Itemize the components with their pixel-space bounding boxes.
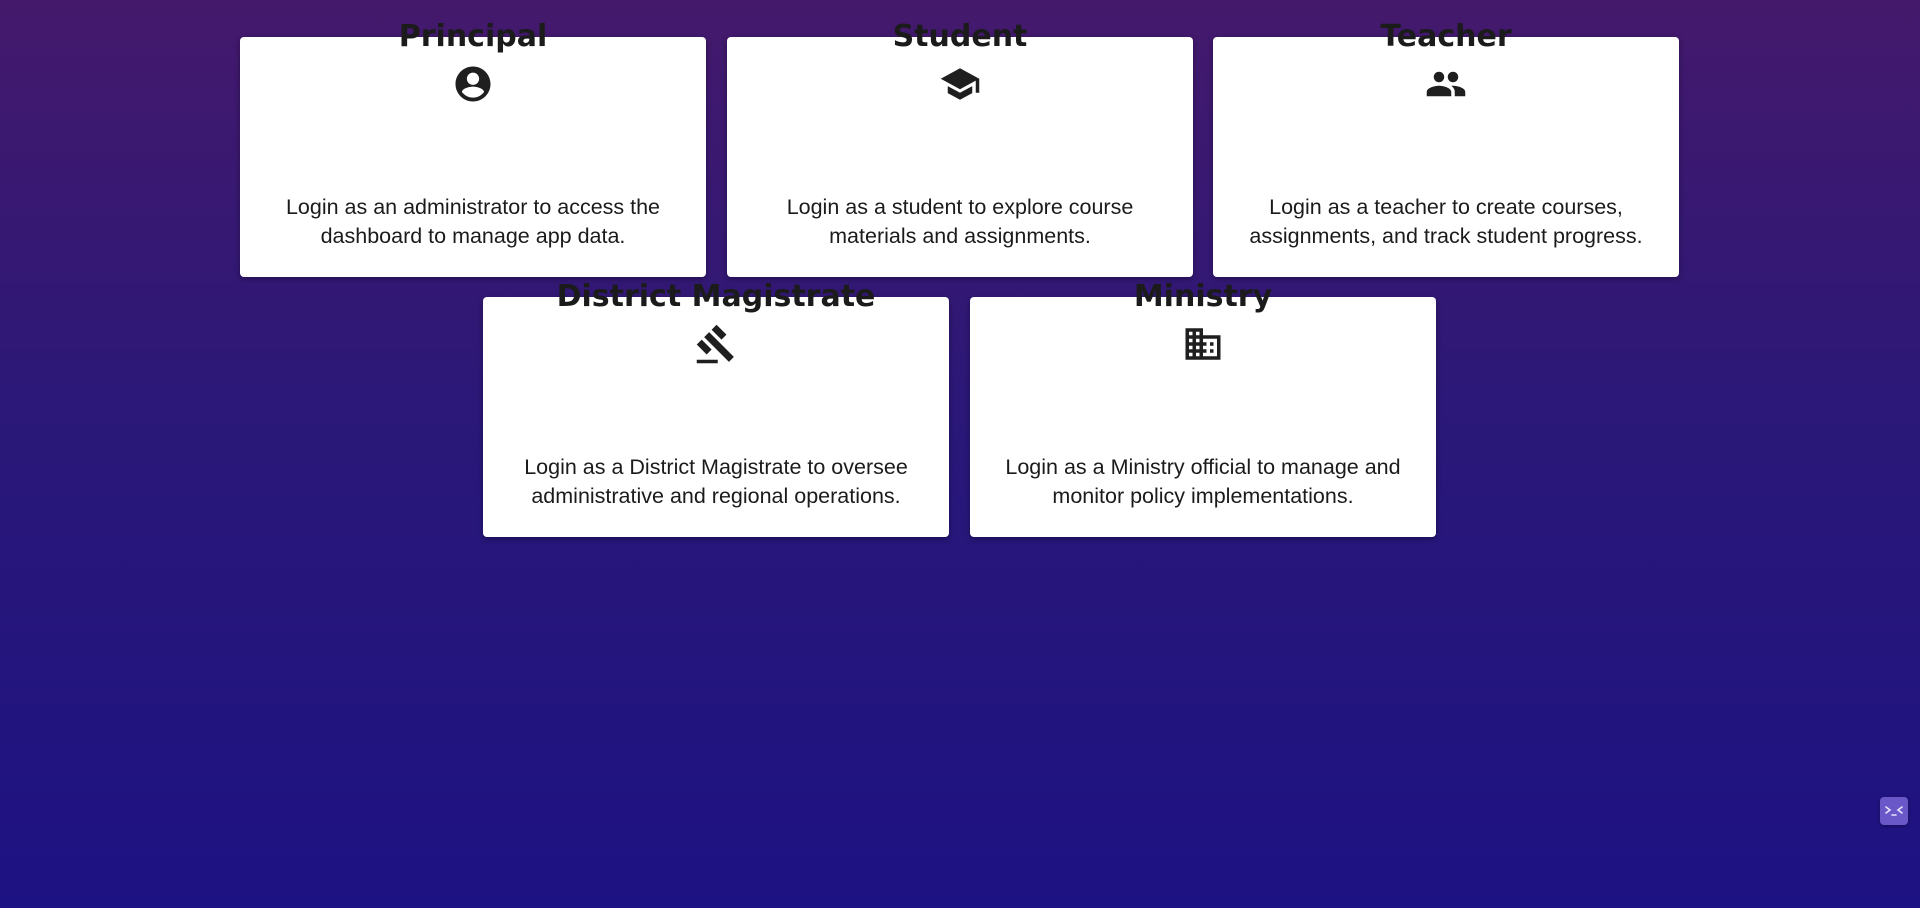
card-description: Login as a student to explore course mat…	[786, 195, 1134, 248]
card-title: Student	[892, 19, 1028, 54]
floating-helper-button[interactable]	[1880, 797, 1908, 825]
card-title: Teacher	[1380, 19, 1512, 54]
building-icon	[970, 323, 1436, 365]
district-magistrate-card[interactable]: District Magistrate Login as a District …	[483, 279, 949, 537]
ministry-card[interactable]: Ministry Login as a Ministry official to…	[970, 279, 1436, 537]
card-description: Login as a teacher to create courses, as…	[1249, 195, 1643, 248]
card-title: District Magistrate	[556, 279, 876, 314]
card-description: Login as an administrator to access the …	[285, 195, 661, 248]
teacher-card[interactable]: Teacher Login as a teacher to create cou…	[1213, 19, 1679, 277]
card-description: Login as a Ministry official to manage a…	[1005, 455, 1401, 508]
principal-card[interactable]: Principal Login as an administrator to a…	[240, 19, 706, 277]
card-title: Principal	[398, 19, 548, 54]
gavel-icon	[483, 323, 949, 365]
student-card[interactable]: Student Login as a student to explore co…	[727, 19, 1193, 277]
face-icon	[1885, 806, 1903, 816]
account-circle-icon	[240, 63, 706, 105]
card-title: Ministry	[1133, 279, 1273, 314]
graduation-cap-icon	[727, 63, 1193, 105]
people-icon	[1213, 63, 1679, 105]
card-description: Login as a District Magistrate to overse…	[524, 455, 908, 508]
